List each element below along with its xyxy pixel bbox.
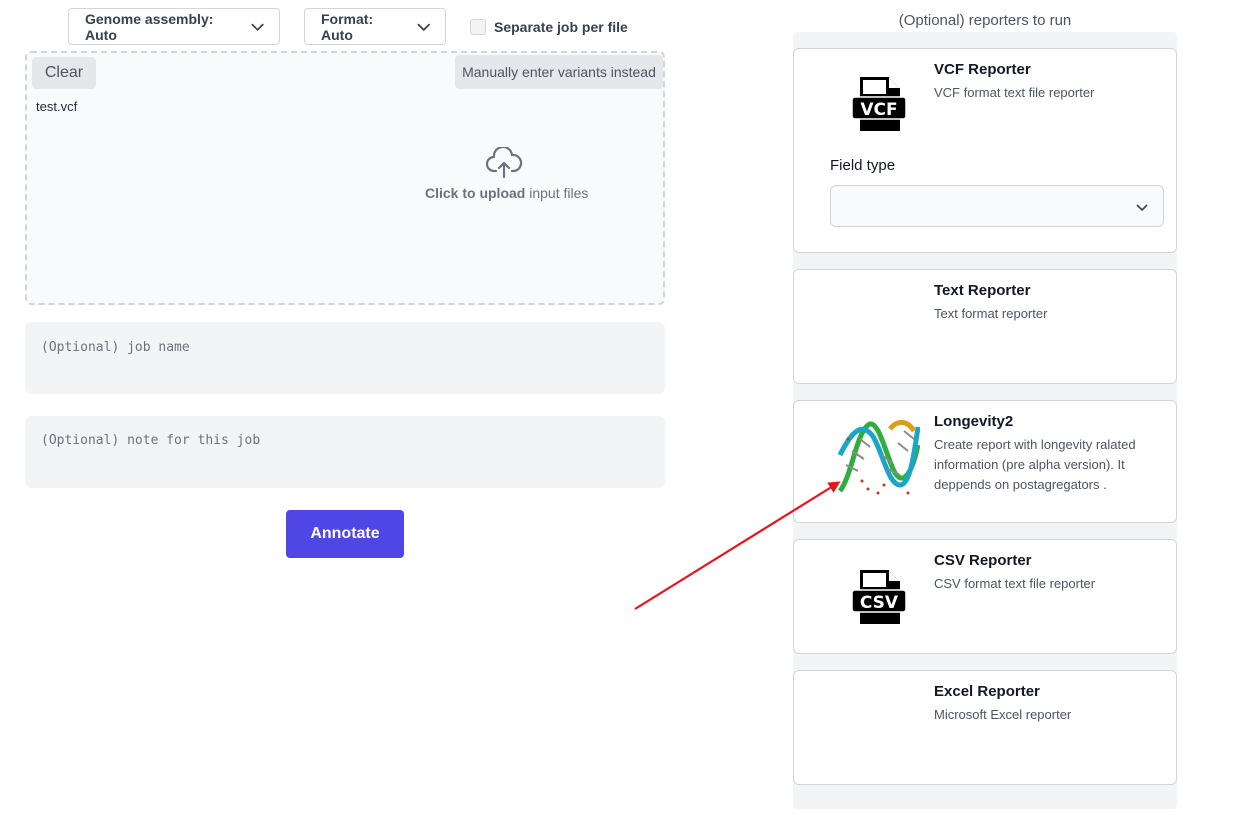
reporter-card-vcf[interactable]: VCF VCF Reporter VCF format text file re… bbox=[793, 48, 1177, 253]
field-type-label: Field type bbox=[830, 157, 896, 174]
reporter-description: Create report with longevity ralated inf… bbox=[934, 437, 1136, 492]
reporters-heading: (Optional) reporters to run bbox=[898, 12, 1072, 29]
reporter-card-excel[interactable]: Excel Reporter Microsoft Excel reporter bbox=[793, 670, 1177, 785]
field-type-select[interactable] bbox=[830, 185, 1164, 227]
separate-job-option: Separate job per file bbox=[470, 19, 628, 35]
reporter-card-csv[interactable]: CSV CSV Reporter CSV format text file re… bbox=[793, 539, 1177, 654]
svg-text:VCF: VCF bbox=[860, 100, 897, 120]
separate-job-checkbox[interactable] bbox=[470, 19, 486, 35]
separate-job-label: Separate job per file bbox=[494, 19, 628, 35]
job-name-placeholder: (Optional) job name bbox=[41, 340, 190, 355]
csv-file-icon: CSV bbox=[852, 570, 906, 624]
cloud-upload-icon bbox=[485, 147, 523, 179]
reporter-card-longevity2[interactable]: Longevity2 Create report with longevity … bbox=[793, 400, 1177, 523]
reporter-title: Excel Reporter bbox=[934, 683, 1040, 700]
chevron-down-icon bbox=[416, 22, 430, 31]
format-dropdown[interactable]: Format: Auto bbox=[304, 8, 446, 45]
reporter-title: Longevity2 bbox=[934, 413, 1014, 430]
upload-hint-bold: Click to upload bbox=[425, 185, 526, 201]
genome-assembly-label: Genome assembly: Auto bbox=[85, 10, 214, 43]
format-label: Format: Auto bbox=[321, 10, 374, 43]
reporter-card-text[interactable]: Text Reporter Text format reporter bbox=[793, 269, 1177, 384]
job-note-placeholder: (Optional) note for this job bbox=[41, 433, 261, 448]
file-upload-area[interactable]: Clear Manually enter variants instead te… bbox=[25, 51, 665, 305]
dna-helix-icon bbox=[838, 420, 920, 495]
reporter-title: Text Reporter bbox=[934, 282, 1031, 299]
reporter-description: Text format reporter bbox=[934, 306, 1048, 321]
reporter-description: VCF format text file reporter bbox=[934, 85, 1095, 100]
manual-entry-button[interactable]: Manually enter variants instead bbox=[455, 55, 663, 89]
svg-text:CSV: CSV bbox=[860, 593, 899, 613]
vcf-file-icon: VCF bbox=[852, 77, 906, 131]
upload-hint-rest: input files bbox=[525, 185, 589, 201]
clear-button[interactable]: Clear bbox=[32, 57, 96, 89]
reporter-title: CSV Reporter bbox=[934, 552, 1032, 569]
reporter-title: VCF Reporter bbox=[934, 61, 1031, 78]
annotate-button[interactable]: Annotate bbox=[286, 510, 404, 558]
genome-assembly-dropdown[interactable]: Genome assembly: Auto bbox=[68, 8, 280, 45]
chevron-down-icon bbox=[1136, 204, 1148, 212]
chevron-down-icon bbox=[251, 23, 264, 31]
reporter-description: CSV format text file reporter bbox=[934, 576, 1096, 591]
job-name-input[interactable]: (Optional) job name bbox=[25, 322, 665, 394]
upload-hint[interactable]: Click to upload input files bbox=[425, 185, 588, 201]
uploaded-file-name: test.vcf bbox=[36, 99, 78, 114]
reporter-description: Microsoft Excel reporter bbox=[934, 707, 1072, 722]
job-note-input[interactable]: (Optional) note for this job bbox=[25, 416, 665, 488]
